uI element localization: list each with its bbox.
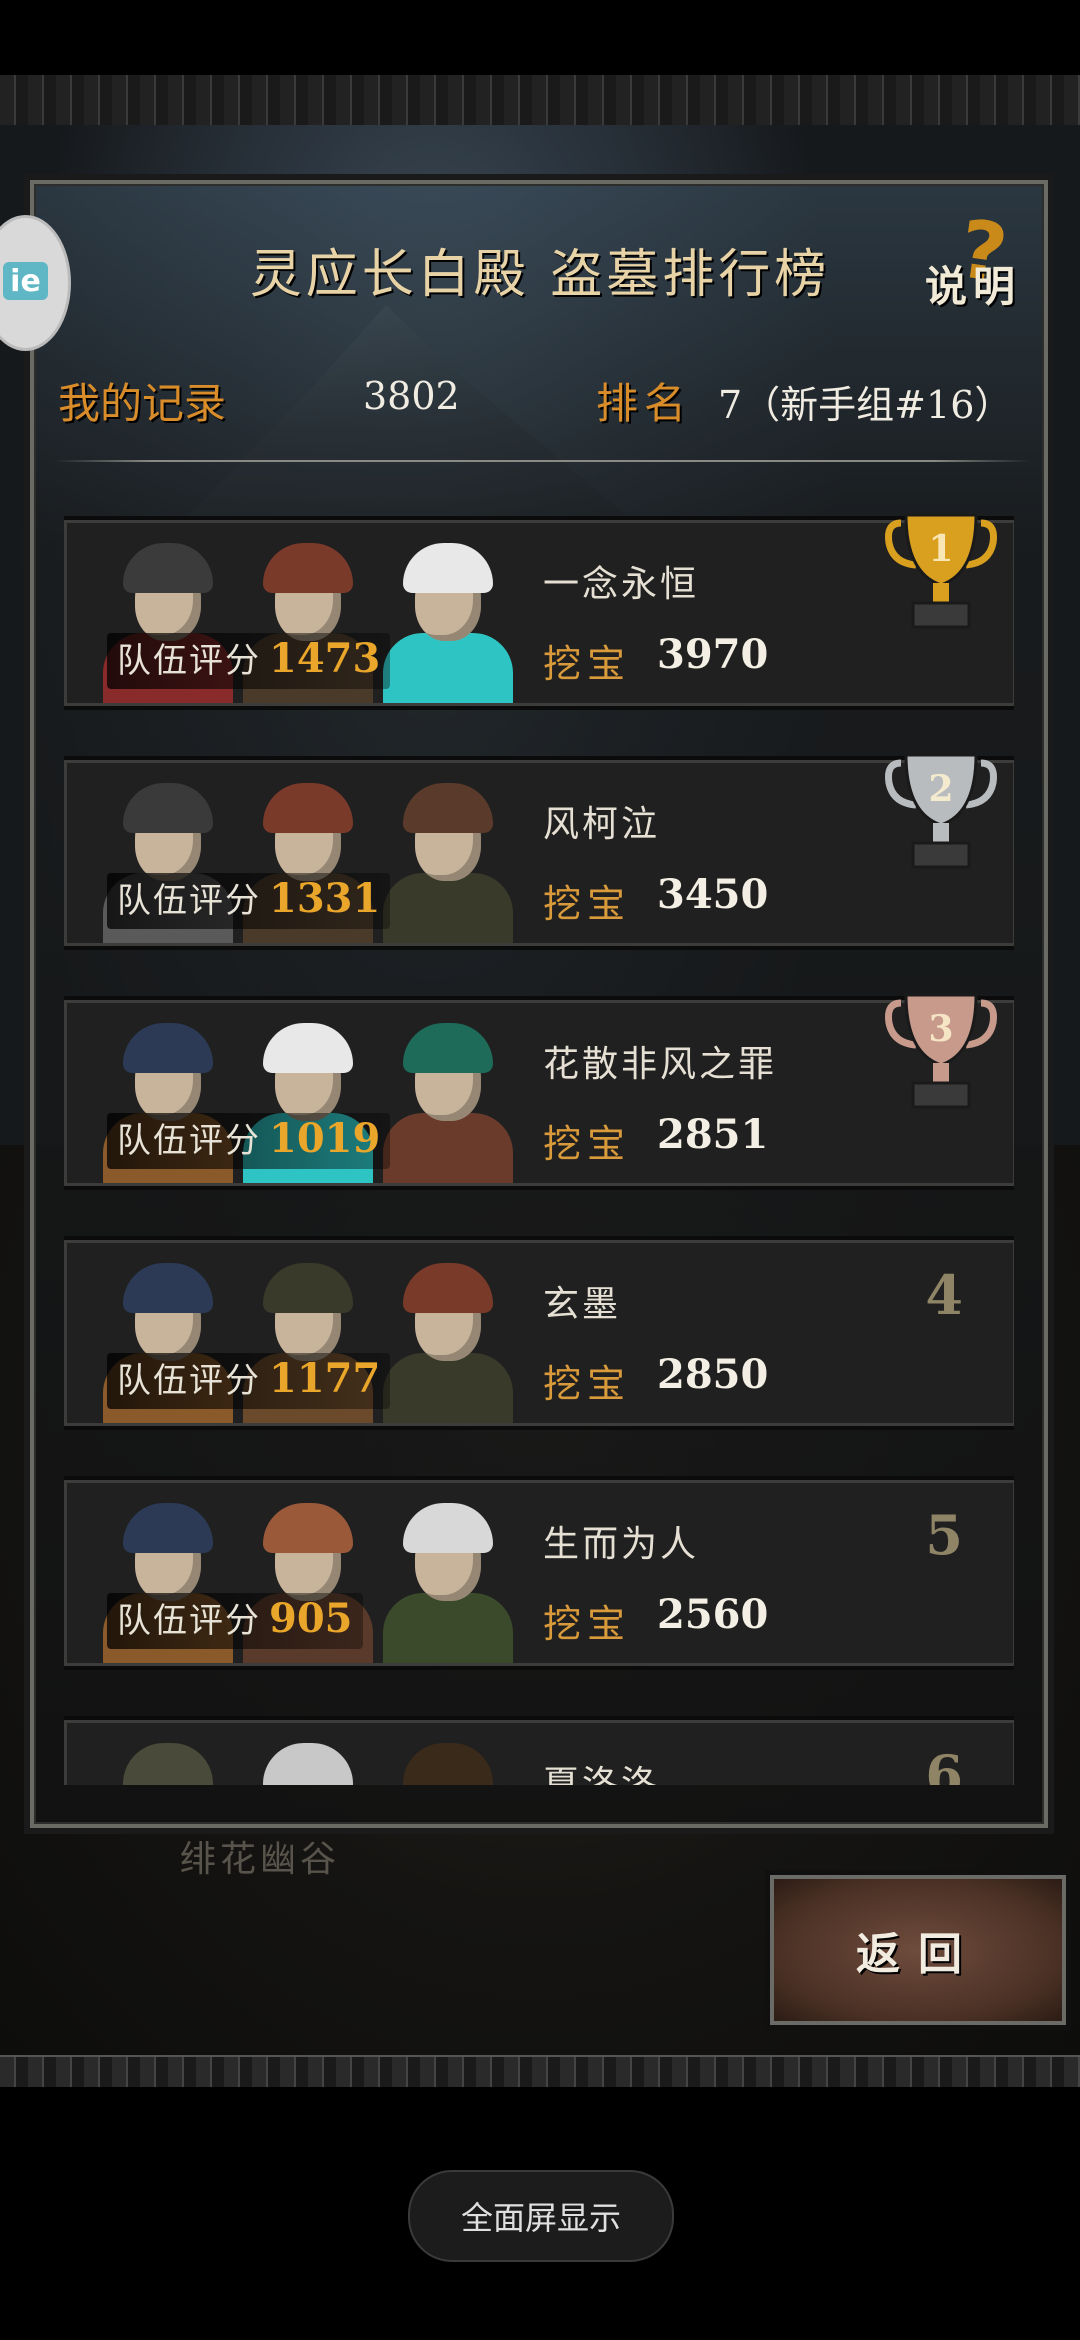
dig-label: 挖宝 [543,1602,632,1646]
player-name: 风柯泣 [543,804,661,845]
player-name: 生而为人 [543,1524,700,1565]
player-name: 夏洛洛 [543,1764,661,1785]
divider [55,460,1030,462]
trophy-rank-number: 1 [928,528,953,570]
team-score: 队伍评分 1473 [107,633,391,689]
help-button[interactable]: ? 说明 [920,202,1040,315]
dig-label: 挖宝 [543,642,632,686]
team-score: 队伍评分 905 [107,1593,363,1649]
my-record-label: 我的记录 [58,379,227,428]
side-badge-text: ie [3,262,48,300]
character-portrait [93,1733,243,1785]
leaderboard-entry[interactable]: 队伍评分 1473 一念永恒挖宝 3970 1 [64,513,1014,706]
trophy-rank-number: 2 [928,768,953,810]
team-portraits [73,1723,533,1785]
fullscreen-display-button[interactable]: 全面屏显示 [408,2170,674,2262]
team-score-value: 1019 [269,1115,381,1162]
top-frame [0,75,1080,127]
dig-label: 挖宝 [543,1362,632,1406]
dig-value: 3450 [657,871,769,918]
team-score-value: 905 [269,1595,353,1642]
team-score-value: 1331 [269,875,381,922]
character-portrait [373,1733,523,1785]
team-score-label: 队伍评分 [117,1601,261,1641]
dig-value: 2851 [657,1111,769,1158]
back-button-label: 返回 [856,1929,980,1980]
page-title: 灵应长白殿 盗墓排行榜 [249,245,831,305]
my-record-value: 3802 [363,374,460,418]
team-score-value: 1473 [269,635,381,682]
rank-label: 排名 [596,379,693,428]
team-score-label: 队伍评分 [117,1121,261,1161]
rank-number: 5 [925,1503,963,1567]
bottom-frame [0,2055,1080,2087]
team-score-label: 队伍评分 [117,641,261,681]
help-label: 说明 [925,262,1022,311]
character-portrait [373,533,523,703]
character-portrait [373,1493,523,1663]
trophy-rank-number: 3 [928,1008,953,1050]
leaderboard-entry[interactable]: 队伍评分 1019 花散非风之罪 挖宝 2851 3 [64,993,1014,1186]
rank-number: 6 [925,1743,963,1785]
map-location-label: 绯花幽谷 [180,1839,341,1880]
team-score-value: 1177 [269,1355,381,1402]
ranking-list[interactable]: 队伍评分 1473 一念永恒 挖宝 3970 1 队伍评分 1331 风柯泣 挖宝 3450 2 队伍评… [64,510,1014,1785]
dig-label: 挖宝 [543,882,632,926]
player-name: 玄墨 [543,1284,622,1325]
character-portrait [373,773,523,943]
silver-trophy-icon: 2 [881,743,1001,883]
player-name: 一念永恒 [543,564,700,605]
team-score: 队伍评分 1331 [107,873,391,929]
leaderboard-entry[interactable]: 队伍评分 1177 玄墨挖宝 2850 4 [64,1240,1014,1426]
leaderboard-entry[interactable]: 队伍评分 905 生而为人挖宝 2560 5 [64,1480,1014,1666]
leaderboard-entry[interactable]: 夏洛洛 6 [64,1720,1014,1785]
team-score: 队伍评分 1177 [107,1353,391,1409]
team-score-label: 队伍评分 [117,881,261,921]
my-record-row: 我的记录 3802 排名 7（新手组#16） [58,370,1018,440]
dig-label: 挖宝 [543,1122,632,1166]
team-score: 队伍评分 1019 [107,1113,391,1169]
dig-value: 2850 [657,1351,769,1398]
rank-number: 4 [925,1263,963,1327]
player-name: 花散非风之罪 [543,1044,778,1085]
leaderboard-entry[interactable]: 队伍评分 1331 风柯泣挖宝 3450 2 [64,753,1014,946]
character-portrait [373,1253,523,1423]
rank-value: 7（新手组#16） [718,383,1013,427]
character-portrait [233,1733,383,1785]
gold-trophy-icon: 1 [881,510,1001,643]
bronze-trophy-icon: 3 [881,983,1001,1123]
back-button[interactable]: 返回 [770,1875,1066,2025]
team-score-label: 队伍评分 [117,1361,261,1401]
character-portrait [373,1013,523,1183]
dig-value: 2560 [657,1591,769,1638]
dig-value: 3970 [657,631,769,678]
